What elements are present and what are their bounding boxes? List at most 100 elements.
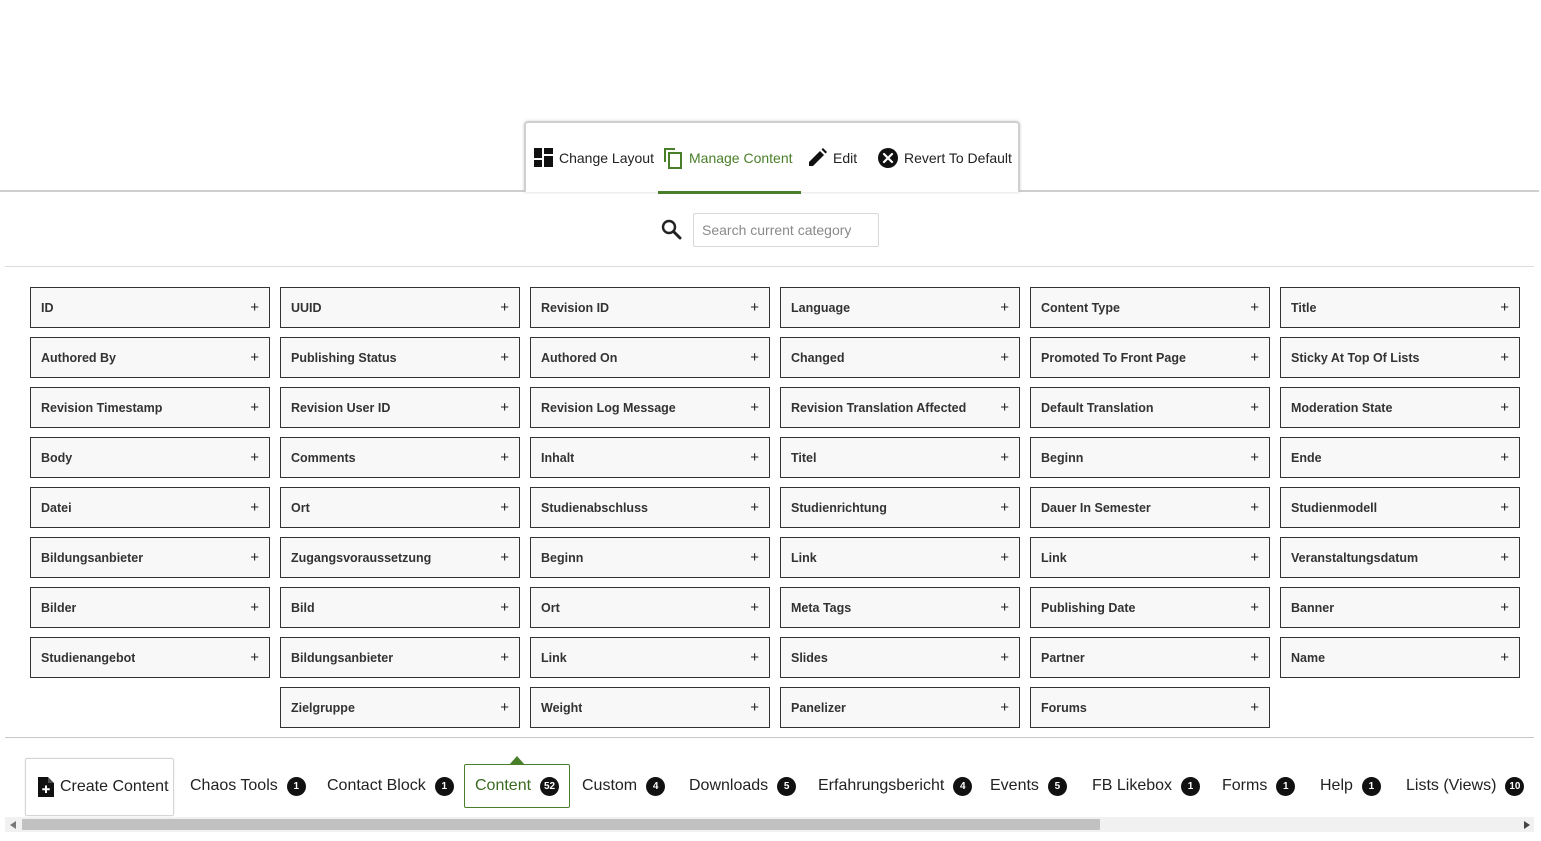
add-field-plus-icon[interactable]: + [500, 650, 509, 665]
field-item[interactable]: Authored By + [30, 337, 270, 378]
category-tab[interactable]: Events 5 [990, 764, 1067, 808]
add-field-plus-icon[interactable]: + [500, 600, 509, 615]
tab-edit[interactable]: Edit [808, 123, 857, 192]
add-field-plus-icon[interactable]: + [1000, 500, 1009, 515]
field-item[interactable]: Forums + [1030, 687, 1270, 728]
add-field-plus-icon[interactable]: + [1250, 500, 1259, 515]
field-item[interactable]: Dauer In Semester + [1030, 487, 1270, 528]
field-item[interactable]: Studienabschluss + [530, 487, 770, 528]
add-field-plus-icon[interactable]: + [750, 450, 759, 465]
category-tab[interactable]: Custom 4 [582, 764, 666, 808]
add-field-plus-icon[interactable]: + [1250, 600, 1259, 615]
add-field-plus-icon[interactable]: + [1000, 350, 1009, 365]
add-field-plus-icon[interactable]: + [1000, 450, 1009, 465]
field-item[interactable]: Link + [1030, 537, 1270, 578]
field-item[interactable]: Ende + [1280, 437, 1520, 478]
field-item[interactable]: Panelizer + [780, 687, 1020, 728]
field-item[interactable]: Ort + [530, 587, 770, 628]
add-field-plus-icon[interactable]: + [1500, 600, 1509, 615]
create-content-button[interactable]: Create Content [25, 758, 174, 816]
add-field-plus-icon[interactable]: + [250, 500, 259, 515]
scrollbar-thumb[interactable] [22, 819, 1100, 830]
field-item[interactable]: Name + [1280, 637, 1520, 678]
add-field-plus-icon[interactable]: + [750, 500, 759, 515]
add-field-plus-icon[interactable]: + [250, 300, 259, 315]
scroll-left-arrow-icon[interactable] [5, 817, 20, 832]
field-item[interactable]: Veranstaltungsdatum + [1280, 537, 1520, 578]
add-field-plus-icon[interactable]: + [1500, 500, 1509, 515]
add-field-plus-icon[interactable]: + [1500, 400, 1509, 415]
tab-revert-to-default[interactable]: Revert To Default [878, 123, 1012, 192]
add-field-plus-icon[interactable]: + [1250, 300, 1259, 315]
add-field-plus-icon[interactable]: + [1000, 300, 1009, 315]
field-item[interactable]: Revision Log Message + [530, 387, 770, 428]
field-item[interactable]: Ort + [280, 487, 520, 528]
field-item[interactable]: Inhalt + [530, 437, 770, 478]
add-field-plus-icon[interactable]: + [1000, 400, 1009, 415]
field-item[interactable]: Bildungsanbieter + [280, 637, 520, 678]
add-field-plus-icon[interactable]: + [1500, 550, 1509, 565]
add-field-plus-icon[interactable]: + [500, 350, 509, 365]
add-field-plus-icon[interactable]: + [1250, 550, 1259, 565]
tab-manage-content[interactable]: Manage Content [658, 123, 801, 194]
add-field-plus-icon[interactable]: + [500, 500, 509, 515]
field-item[interactable]: Publishing Date + [1030, 587, 1270, 628]
add-field-plus-icon[interactable]: + [1000, 550, 1009, 565]
field-item[interactable]: Studienangebot + [30, 637, 270, 678]
field-item[interactable]: Sticky At Top Of Lists + [1280, 337, 1520, 378]
field-item[interactable]: Zielgruppe + [280, 687, 520, 728]
field-item[interactable]: Datei + [30, 487, 270, 528]
field-item[interactable]: Bild + [280, 587, 520, 628]
add-field-plus-icon[interactable]: + [1250, 400, 1259, 415]
field-item[interactable]: Revision ID + [530, 287, 770, 328]
field-item[interactable]: Bildungsanbieter + [30, 537, 270, 578]
field-item[interactable]: Revision Timestamp + [30, 387, 270, 428]
add-field-plus-icon[interactable]: + [1500, 450, 1509, 465]
scroll-right-arrow-icon[interactable] [1519, 817, 1534, 832]
add-field-plus-icon[interactable]: + [750, 300, 759, 315]
add-field-plus-icon[interactable]: + [250, 650, 259, 665]
field-item[interactable]: Titel + [780, 437, 1020, 478]
add-field-plus-icon[interactable]: + [500, 550, 509, 565]
category-tab[interactable]: Content 52 [464, 756, 571, 808]
field-item[interactable]: Language + [780, 287, 1020, 328]
field-item[interactable]: UUID + [280, 287, 520, 328]
horizontal-scrollbar[interactable] [5, 817, 1534, 832]
add-field-plus-icon[interactable]: + [1000, 600, 1009, 615]
field-item[interactable]: Title + [1280, 287, 1520, 328]
add-field-plus-icon[interactable]: + [250, 450, 259, 465]
field-item[interactable]: Body + [30, 437, 270, 478]
category-tab[interactable]: FB Likebox 1 [1092, 764, 1201, 808]
tab-change-layout[interactable]: Change Layout [534, 123, 654, 192]
field-item[interactable]: Studienmodell + [1280, 487, 1520, 528]
field-item[interactable]: Zugangsvoraussetzung + [280, 537, 520, 578]
category-tab[interactable]: Contact Block 1 [327, 764, 454, 808]
category-tab[interactable]: Forms 1 [1222, 764, 1296, 808]
add-field-plus-icon[interactable]: + [750, 600, 759, 615]
field-item[interactable]: Content Type + [1030, 287, 1270, 328]
field-item[interactable]: Link + [780, 537, 1020, 578]
add-field-plus-icon[interactable]: + [750, 350, 759, 365]
field-item[interactable]: Slides + [780, 637, 1020, 678]
field-item[interactable]: Publishing Status + [280, 337, 520, 378]
field-item[interactable]: Default Translation + [1030, 387, 1270, 428]
add-field-plus-icon[interactable]: + [500, 300, 509, 315]
field-item[interactable]: Weight + [530, 687, 770, 728]
field-item[interactable]: Bilder + [30, 587, 270, 628]
add-field-plus-icon[interactable]: + [250, 400, 259, 415]
add-field-plus-icon[interactable]: + [250, 350, 259, 365]
add-field-plus-icon[interactable]: + [1000, 700, 1009, 715]
field-item[interactable]: Studienrichtung + [780, 487, 1020, 528]
add-field-plus-icon[interactable]: + [1250, 350, 1259, 365]
field-item[interactable]: Banner + [1280, 587, 1520, 628]
add-field-plus-icon[interactable]: + [750, 700, 759, 715]
category-tab[interactable]: Downloads 5 [689, 764, 797, 808]
field-item[interactable]: Authored On + [530, 337, 770, 378]
field-item[interactable]: Revision Translation Affected + [780, 387, 1020, 428]
category-tab[interactable]: Help 1 [1320, 764, 1381, 808]
field-item[interactable]: Partner + [1030, 637, 1270, 678]
category-tab[interactable]: Lists (Views) 10 [1406, 764, 1525, 808]
field-item[interactable]: Revision User ID + [280, 387, 520, 428]
add-field-plus-icon[interactable]: + [250, 550, 259, 565]
add-field-plus-icon[interactable]: + [1250, 650, 1259, 665]
